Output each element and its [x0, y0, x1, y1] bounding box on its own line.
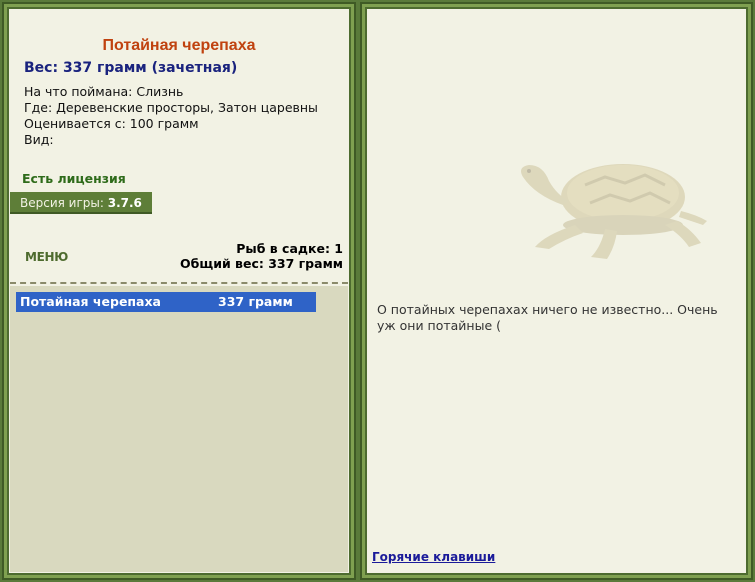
license-status: Есть лицензия: [22, 171, 126, 186]
fish-info-panel: Потайная черепаха Вес: 337 грамм (зачетн…: [4, 4, 354, 578]
valued-from-info: Оценивается с: 100 грамм: [24, 116, 199, 131]
fish-description: О потайных черепахах ничего не известно.…: [377, 302, 718, 333]
keepnet-stats: Рыб в садке: 1 Общий вес: 337 грамм: [180, 241, 343, 271]
catch-name: Потайная черепаха: [20, 294, 161, 309]
menu-button[interactable]: МЕНЮ: [25, 250, 68, 264]
fish-count: Рыб в садке: 1: [236, 241, 343, 256]
bait-info: На что поймана: Слизнь: [24, 84, 184, 99]
catch-list: Потайная черепаха 337 грамм: [10, 286, 348, 572]
fish-name-title: Потайная черепаха: [102, 37, 256, 54]
catch-weight: 337 грамм: [218, 294, 293, 309]
list-item[interactable]: Потайная черепаха 337 грамм: [16, 292, 316, 312]
hotkeys-link[interactable]: Горячие клавиши: [372, 550, 495, 564]
turtle-image: [505, 155, 710, 269]
divider: [10, 282, 348, 284]
game-version-bar: Версия игры: 3.7.6: [10, 192, 152, 214]
description-panel: О потайных черепахах ничего не известно.…: [362, 4, 751, 578]
fish-weight: Вес: 337 грамм (зачетная): [24, 60, 238, 76]
kind-info: Вид:: [24, 132, 54, 147]
version-label: Версия игры:: [20, 196, 104, 210]
version-value: 3.7.6: [107, 196, 142, 210]
total-weight: Общий вес: 337 грамм: [180, 256, 343, 271]
location-info: Где: Деревенские просторы, Затон царевны: [24, 100, 318, 115]
